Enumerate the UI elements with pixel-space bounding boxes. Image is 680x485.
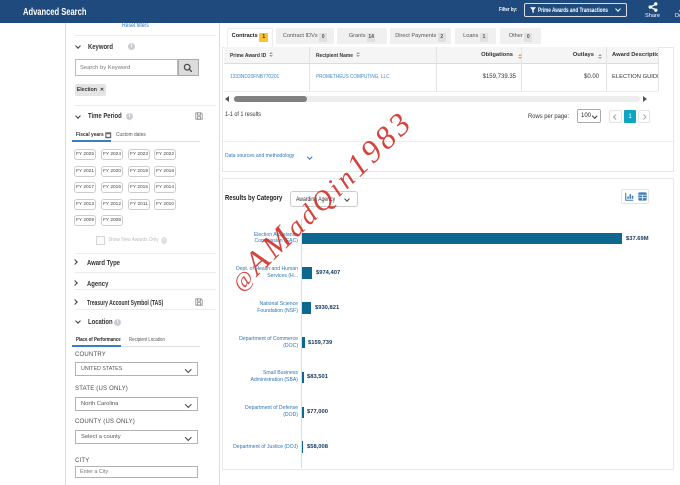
svg-text:@AMadQin1983: @AMadQin1983	[221, 103, 421, 298]
